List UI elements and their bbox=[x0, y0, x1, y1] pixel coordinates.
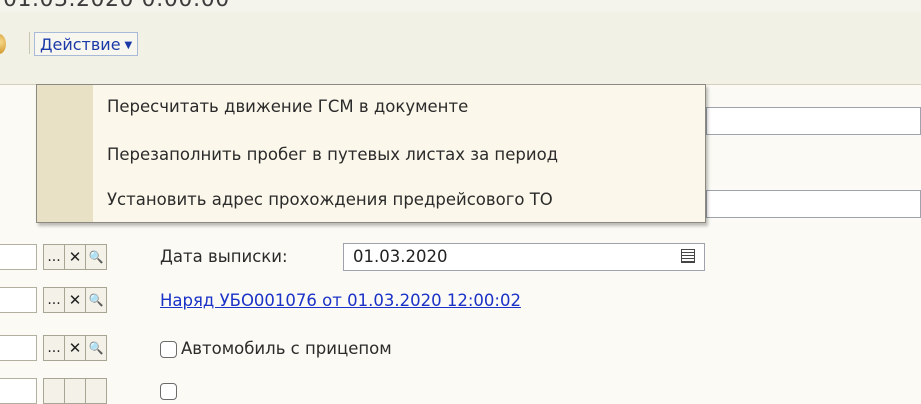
menu-icon-gutter bbox=[37, 85, 93, 222]
calendar-icon[interactable] bbox=[681, 249, 695, 263]
clear-button-4[interactable] bbox=[64, 378, 86, 404]
clear-icon[interactable]: ✕ bbox=[64, 244, 86, 270]
menu-item-recalculate-fuel[interactable]: Пересчитать движение ГСМ в документе bbox=[107, 97, 468, 116]
checkbox-4[interactable] bbox=[160, 383, 177, 400]
trailer-checkbox[interactable] bbox=[160, 341, 177, 358]
menu-item-set-inspection-address[interactable]: Установить адрес прохождения предрейсово… bbox=[107, 190, 553, 209]
issue-date-value: 01.03.2020 bbox=[353, 247, 448, 266]
menu-item-refill-mileage[interactable]: Перезаполнить пробег в путевых листах за… bbox=[107, 145, 558, 164]
action-dropdown-menu: Пересчитать движение ГСМ в документе Пер… bbox=[36, 84, 706, 223]
text-field-partial-2[interactable] bbox=[706, 190, 921, 218]
search-button-4[interactable] bbox=[85, 378, 107, 404]
left-field-2[interactable] bbox=[0, 287, 37, 313]
action-button-label: Действие bbox=[40, 35, 121, 54]
left-field-4[interactable] bbox=[0, 378, 37, 404]
order-link[interactable]: Наряд УБО001076 от 01.03.2020 12:00:02 bbox=[160, 291, 521, 310]
select-button-4[interactable] bbox=[43, 378, 65, 404]
clear-icon-3[interactable]: ✕ bbox=[64, 335, 86, 361]
select-button-2[interactable]: ... bbox=[43, 287, 65, 313]
clear-icon-2[interactable]: ✕ bbox=[64, 287, 86, 313]
left-field-1[interactable] bbox=[0, 244, 37, 270]
left-field-3[interactable] bbox=[0, 335, 37, 361]
search-icon-3[interactable]: 🔍 bbox=[85, 335, 107, 361]
issue-date-input[interactable]: 01.03.2020 bbox=[343, 243, 705, 271]
chevron-down-icon: ▼ bbox=[124, 40, 133, 51]
select-button-3[interactable]: ... bbox=[43, 335, 65, 361]
toolbar-separator bbox=[29, 32, 30, 54]
search-icon[interactable]: 🔍 bbox=[85, 244, 107, 270]
window-title-bar: 01.03.2020 0:00:00 * bbox=[0, 0, 921, 12]
select-button[interactable]: ... bbox=[43, 244, 65, 270]
text-field-partial[interactable] bbox=[706, 107, 921, 135]
action-menu-button[interactable]: Действие ▼ bbox=[34, 32, 139, 56]
search-icon-2[interactable]: 🔍 bbox=[85, 287, 107, 313]
trailer-checkbox-label: Автомобиль с прицепом bbox=[181, 339, 392, 358]
window-title: 01.03.2020 0:00:00 * bbox=[3, 0, 249, 12]
issue-date-label: Дата выписки: bbox=[160, 247, 288, 266]
